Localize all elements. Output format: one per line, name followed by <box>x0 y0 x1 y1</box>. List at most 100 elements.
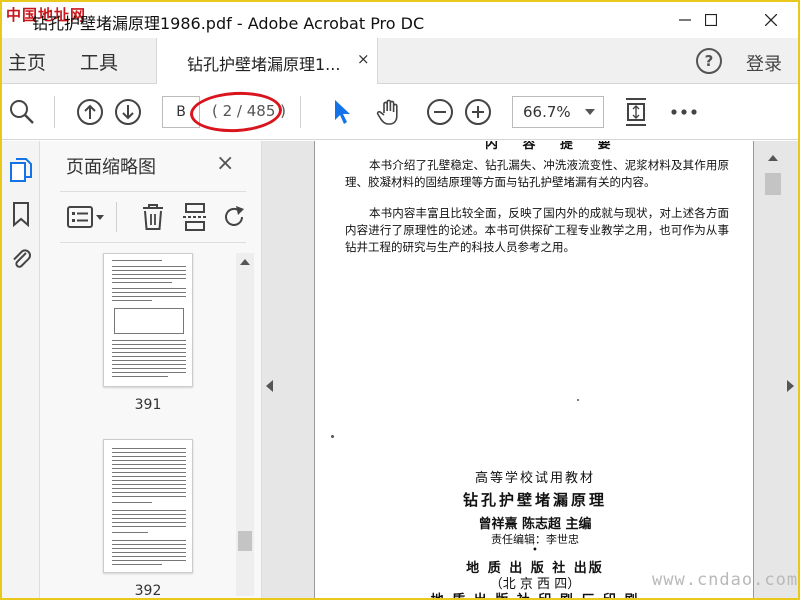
scroll-up-arrow-icon[interactable] <box>240 259 250 265</box>
panel-separator <box>116 202 117 232</box>
site-watermark: www.cndao.com <box>652 570 799 590</box>
fit-page-button[interactable] <box>620 96 652 128</box>
zoom-out-button[interactable] <box>424 96 456 128</box>
pages-icon <box>10 158 32 182</box>
thumbnail-text-line <box>112 456 186 457</box>
search-button[interactable] <box>6 96 38 128</box>
thumbnail-text-line <box>112 564 162 565</box>
thumbnail-text-line <box>112 278 186 279</box>
previous-page-button[interactable] <box>74 96 106 128</box>
thumbnail-text-line <box>112 502 152 503</box>
bookmarks-button[interactable] <box>8 201 34 227</box>
attachments-button[interactable] <box>8 245 34 271</box>
thumbnail-text-line <box>112 376 168 377</box>
insert-page-button[interactable] <box>180 202 210 232</box>
panel-scrollbar[interactable] <box>236 253 254 596</box>
thumbnail-text-line <box>112 472 186 473</box>
fit-page-icon <box>626 98 646 126</box>
delete-page-button[interactable] <box>138 202 168 232</box>
thumbnail-text-line <box>112 544 186 545</box>
arrow-down-icon <box>115 99 141 125</box>
tab-home[interactable]: 主页 <box>8 48 46 75</box>
help-button[interactable]: ? <box>696 48 722 74</box>
tab-bar: 主页 工具 钻孔护壁堵漏原理1... × ? 登录 <box>2 38 798 84</box>
trash-icon <box>143 204 163 230</box>
panel-scrollbar-thumb[interactable] <box>238 531 252 551</box>
panel-toolbar <box>60 191 246 243</box>
login-button[interactable]: 登录 <box>746 50 782 76</box>
more-tools-button[interactable] <box>668 96 700 128</box>
thumbnail-text-line <box>112 270 186 271</box>
chevron-down-icon <box>585 109 595 115</box>
thumbnail-text-line <box>112 548 186 549</box>
thumbnail-text-line <box>112 480 186 481</box>
thumbnail-text-line <box>112 266 186 267</box>
thumbnail-text-line <box>112 518 186 519</box>
thumbnail-text-line <box>112 484 186 485</box>
options-menu-icon <box>67 206 104 228</box>
select-tool-button[interactable] <box>326 96 358 128</box>
scan-speck <box>331 435 334 438</box>
close-window-button[interactable] <box>748 2 794 38</box>
book-printer: 地 质 出 版 社 印 刷 厂 印 刷 <box>315 589 753 598</box>
page-paragraph: 本书介绍了孔壁稳定、钻孔漏失、冲洗液流变性、泥浆材料及其作用原理、胶凝材料的固结… <box>345 158 729 189</box>
tab-tools[interactable]: 工具 <box>80 48 118 75</box>
scroll-up-arrow-icon[interactable] <box>768 155 778 161</box>
thumbnail-diagram <box>114 308 184 334</box>
thumbnail-text-line <box>112 460 186 461</box>
expand-pane-icon[interactable] <box>787 380 794 392</box>
thumbnail-text-line <box>112 468 186 469</box>
page-thumbnail[interactable] <box>103 253 193 387</box>
page-thumbnail[interactable] <box>103 439 193 573</box>
navigation-rail <box>2 141 40 598</box>
zoom-level-value: 66.7% <box>523 103 571 121</box>
page-thumbnails-button[interactable] <box>8 157 34 183</box>
rotate-icon <box>225 206 244 226</box>
toolbar-separator <box>54 96 55 128</box>
thumbnail-label: 391 <box>134 397 162 413</box>
bullet-mark: • <box>532 545 538 556</box>
thumbnail-text-line <box>112 556 186 557</box>
scan-speck <box>577 399 579 401</box>
document-view[interactable]: 内 容 提 要 本书介绍了孔壁稳定、钻孔漏失、冲洗液流变性、泥浆材料及其作用原理… <box>262 141 798 598</box>
thumbnail-text-line <box>112 532 148 533</box>
thumbnail-text-line <box>112 526 186 527</box>
thumbnail-label: 392 <box>134 583 162 599</box>
insert-page-icon <box>183 203 207 231</box>
maximize-icon <box>705 14 717 26</box>
thumbnail-text-line <box>112 464 186 465</box>
zoom-in-button[interactable] <box>462 96 494 128</box>
panel-close-button[interactable]: × <box>216 151 234 176</box>
thumbnail-text-line <box>112 274 186 275</box>
page-heading: 内 容 提 要 <box>485 141 621 152</box>
thumbnail-text-line <box>112 260 162 261</box>
maximize-button[interactable] <box>688 2 734 38</box>
cursor-arrow-icon <box>335 100 350 124</box>
arrow-up-icon <box>77 99 103 125</box>
thumbnail-text-line <box>112 296 186 297</box>
highlight-annotation <box>189 89 283 135</box>
thumbnail-text-line <box>112 540 186 541</box>
thumbnail-text-line <box>112 288 186 289</box>
thumbnail-text-line <box>112 492 186 493</box>
title-bar: 中国地址网 钻孔护壁堵漏原理1986.pdf - Adobe Acrobat P… <box>2 2 798 38</box>
page-paragraph: 本书内容丰富且比较全面，反映了国内外的成就与现状，对上述各方面内容进行了原理性的… <box>345 206 729 254</box>
collapse-panel-icon[interactable] <box>266 380 273 392</box>
paperclip-icon <box>13 249 31 268</box>
thumbnail-text-line <box>112 510 186 511</box>
thumbnail-text-line <box>112 488 186 489</box>
document-scrollbar[interactable] <box>762 149 784 598</box>
thumbnails-panel: 页面缩略图 × 391 392 <box>40 141 262 599</box>
zoom-level-select[interactable]: 66.7% <box>512 96 604 128</box>
thumbnail-text-line <box>112 344 186 345</box>
rotate-page-button[interactable] <box>220 202 250 232</box>
hand-tool-button[interactable] <box>374 96 406 128</box>
tab-close-button[interactable]: × <box>357 50 370 68</box>
document-scrollbar-thumb[interactable] <box>765 173 781 195</box>
more-icon <box>671 109 697 115</box>
thumbnail-text-line <box>112 340 186 341</box>
panel-options-button[interactable] <box>66 202 106 232</box>
book-title: 钻孔护壁堵漏原理 <box>462 491 607 509</box>
next-page-button[interactable] <box>112 96 144 128</box>
tab-document[interactable]: 钻孔护壁堵漏原理1... × <box>156 38 378 84</box>
